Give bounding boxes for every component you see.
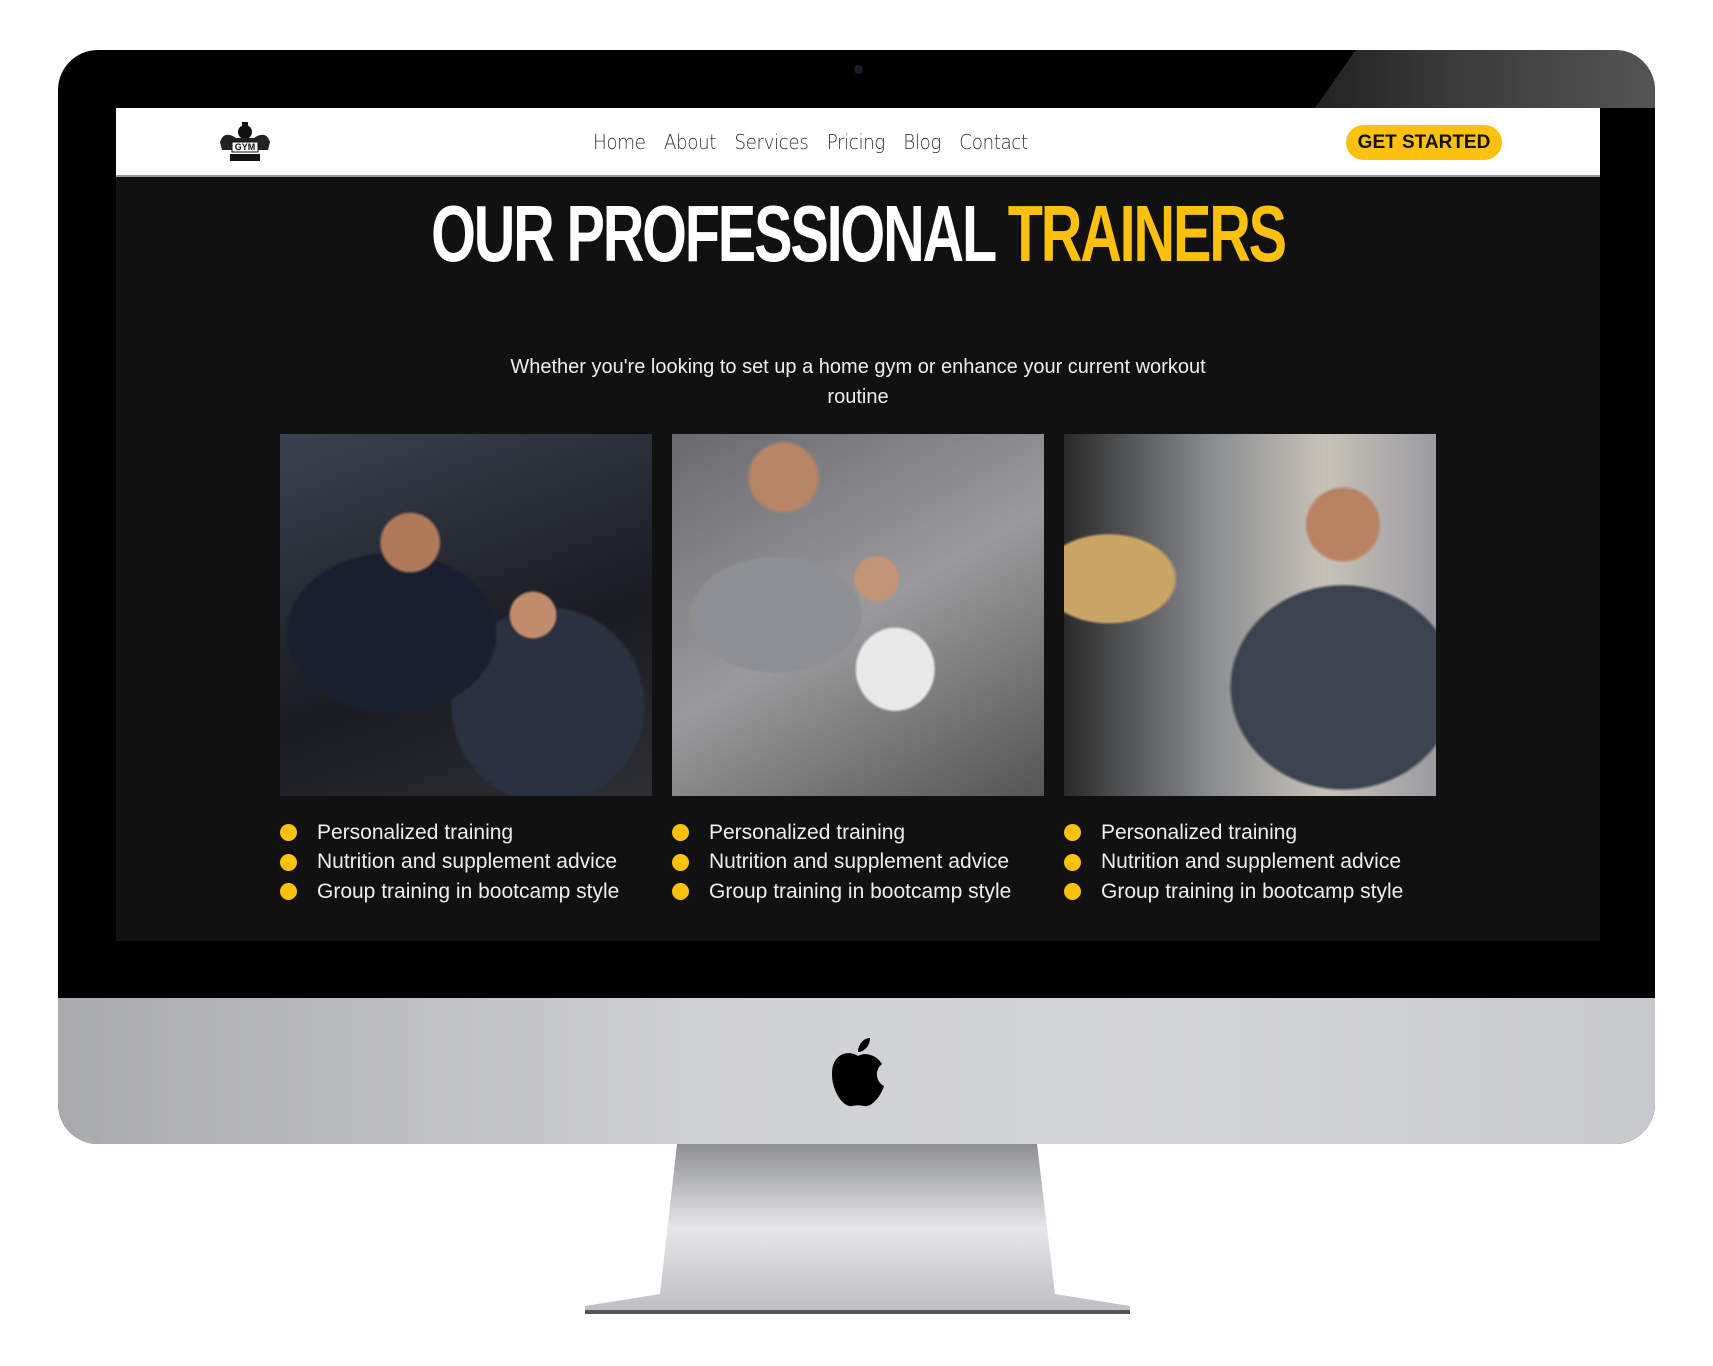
list-item: Personalized training — [672, 818, 1044, 848]
title-white: OUR PROFESSIONAL — [431, 189, 996, 278]
navbar: GYM Home About Services Pricing Blog Con… — [116, 108, 1600, 177]
main-menu: Home About Services Pricing Blog Contact — [593, 130, 1028, 154]
list-item: Group training in bootcamp style — [280, 877, 652, 907]
trainer-card: Personalized training Nutrition and supp… — [1064, 434, 1436, 907]
list-item: Nutrition and supplement advice — [1064, 848, 1436, 878]
nav-contact[interactable]: Contact — [959, 130, 1028, 154]
list-item: Nutrition and supplement advice — [672, 848, 1044, 878]
bullet-icon — [280, 883, 297, 901]
apple-logo-icon — [832, 1038, 884, 1107]
bullet-icon — [672, 853, 689, 871]
get-started-button[interactable]: GET STARTED — [1346, 125, 1502, 160]
bullet-icon — [280, 824, 297, 842]
list-item: Group training in bootcamp style — [672, 877, 1044, 907]
nav-pricing[interactable]: Pricing — [827, 130, 886, 154]
imac-monitor: GYM Home About Services Pricing Blog Con… — [58, 50, 1655, 1144]
monitor-stand — [585, 1144, 1130, 1314]
feature-list: Personalized training Nutrition and supp… — [672, 818, 1044, 907]
trainer-photo — [1064, 434, 1436, 796]
website-screen: GYM Home About Services Pricing Blog Con… — [116, 108, 1600, 941]
bezel-glare — [1315, 50, 1655, 108]
bullet-icon — [672, 824, 689, 842]
list-item: Group training in bootcamp style — [1064, 877, 1436, 907]
trainer-photo — [280, 434, 652, 796]
trainer-photo — [672, 434, 1044, 796]
svg-text:GYM: GYM — [235, 142, 256, 152]
trainer-card: Personalized training Nutrition and supp… — [672, 434, 1044, 907]
trainer-card: Personalized training Nutrition and supp… — [280, 434, 652, 907]
title-accent: TRAINERS — [1007, 189, 1287, 278]
nav-home[interactable]: Home — [593, 130, 646, 154]
nav-about[interactable]: About — [664, 130, 717, 154]
page-title: OUR PROFESSIONAL TRAINERS — [324, 188, 1392, 280]
nav-blog[interactable]: Blog — [903, 130, 941, 154]
list-item: Personalized training — [280, 818, 652, 848]
feature-list: Personalized training Nutrition and supp… — [280, 818, 652, 907]
bullet-icon — [672, 883, 689, 901]
nav-services[interactable]: Services — [734, 130, 808, 154]
bullet-icon — [1064, 883, 1081, 901]
bullet-icon — [1064, 824, 1081, 842]
camera — [854, 65, 863, 74]
feature-list: Personalized training Nutrition and supp… — [1064, 818, 1436, 907]
bullet-icon — [1064, 853, 1081, 871]
bullet-icon — [280, 853, 297, 871]
subtitle: Whether you're looking to set up a home … — [510, 356, 1206, 408]
list-item: Personalized training — [1064, 818, 1436, 848]
gym-logo[interactable]: GYM — [216, 120, 274, 164]
list-item: Nutrition and supplement advice — [280, 848, 652, 878]
